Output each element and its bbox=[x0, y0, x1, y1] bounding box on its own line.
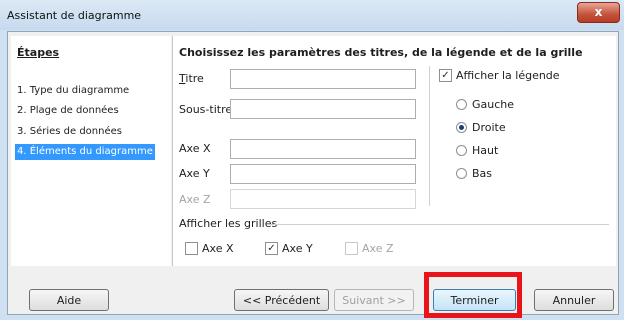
show-legend-checkbox[interactable]: ✓ Afficher la légende bbox=[439, 69, 560, 82]
title-bar[interactable]: Assistant de diagramme x bbox=[0, 0, 624, 30]
subtitle-label-text: Sous-titre bbox=[179, 103, 233, 116]
axis-y-label: Axe Y bbox=[179, 167, 210, 180]
axis-z-input bbox=[230, 189, 416, 209]
chart-wizard-dialog: Assistant de diagramme x Étapes 1. Type … bbox=[0, 0, 624, 320]
legend-top-radio[interactable]: Haut bbox=[456, 144, 498, 157]
grid-x-label: Axe X bbox=[202, 242, 234, 255]
title-input[interactable] bbox=[230, 69, 416, 89]
steps-panel: Étapes 1. Type du diagramme 2. Plage de … bbox=[11, 36, 171, 266]
grid-y-label: Axe Y bbox=[282, 242, 313, 255]
legend-top-label: Haut bbox=[472, 144, 499, 157]
step-data-series[interactable]: 3. Séries de données bbox=[15, 124, 124, 140]
close-icon: x bbox=[594, 5, 603, 19]
axis-y-input[interactable] bbox=[230, 164, 416, 184]
legend-divider bbox=[429, 66, 430, 206]
grid-y-checkbox[interactable]: ✓ Axe Y bbox=[265, 242, 313, 255]
title-label-text: itre bbox=[185, 72, 204, 85]
checkbox-icon bbox=[185, 242, 198, 255]
show-grids-label: Afficher les grilles bbox=[179, 217, 278, 230]
legend-bottom-label: Bas bbox=[472, 167, 493, 180]
grid-z-label: Axe Z bbox=[362, 242, 394, 255]
settings-heading: Choisissez les paramètres des titres, de… bbox=[179, 46, 583, 59]
subtitle-label: Sous-titre bbox=[179, 103, 232, 116]
grid-z-checkbox: Axe Z bbox=[345, 242, 394, 255]
radio-selected-icon bbox=[456, 122, 467, 133]
title-label: Titre bbox=[179, 72, 204, 85]
help-button[interactable]: Aide bbox=[29, 289, 109, 311]
grid-x-checkbox[interactable]: Axe X bbox=[185, 242, 234, 255]
axis-x-input[interactable] bbox=[230, 139, 416, 159]
grids-divider bbox=[269, 224, 609, 225]
close-button[interactable]: x bbox=[577, 2, 620, 23]
show-legend-check-icon: ✓ bbox=[439, 69, 452, 82]
cancel-button[interactable]: Annuler bbox=[534, 289, 614, 311]
subtitle-input[interactable] bbox=[230, 99, 416, 119]
axis-z-label: Axe Z bbox=[179, 193, 211, 206]
legend-left-label: Gauche bbox=[472, 98, 515, 111]
show-legend-label: Afficher la légende bbox=[456, 69, 560, 82]
legend-bottom-radio[interactable]: Bas bbox=[456, 167, 492, 180]
dialog-body: Étapes 1. Type du diagramme 2. Plage de … bbox=[7, 31, 619, 315]
axis-x-label: Axe X bbox=[179, 142, 211, 155]
previous-button[interactable]: << Précédent bbox=[234, 289, 329, 311]
checkbox-disabled-icon bbox=[345, 242, 358, 255]
finish-highlight-box bbox=[424, 272, 522, 318]
radio-icon bbox=[456, 99, 467, 110]
legend-right-label: Droite bbox=[472, 121, 506, 134]
check-icon: ✓ bbox=[265, 242, 278, 255]
settings-panel: Choisissez les paramètres des titres, de… bbox=[173, 36, 616, 266]
step-type[interactable]: 1. Type du diagramme bbox=[15, 83, 131, 99]
legend-left-radio[interactable]: Gauche bbox=[456, 98, 514, 111]
legend-right-radio[interactable]: Droite bbox=[456, 121, 506, 134]
step-data-range[interactable]: 2. Plage de données bbox=[15, 103, 121, 119]
radio-icon bbox=[456, 145, 467, 156]
radio-icon bbox=[456, 168, 467, 179]
next-button: Suivant >> bbox=[334, 289, 414, 311]
steps-title: Étapes bbox=[17, 46, 60, 59]
window-title: Assistant de diagramme bbox=[7, 9, 142, 22]
step-chart-elements[interactable]: 4. Éléments du diagramme bbox=[15, 144, 155, 160]
